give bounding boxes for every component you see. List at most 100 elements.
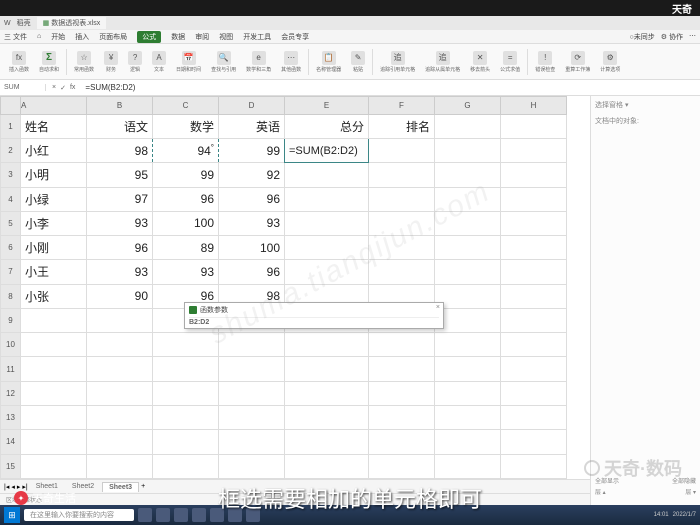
cell-A7[interactable]: 小王 (21, 260, 87, 284)
ribbon-常用函数[interactable]: ☆常用函数 (71, 51, 97, 73)
header-cell-F[interactable]: 排名 (369, 114, 435, 138)
cell-F11[interactable] (369, 357, 435, 381)
cell-B11[interactable] (87, 357, 153, 381)
ribbon-日期和时间[interactable]: 📅日期和时间 (173, 51, 204, 73)
cell-A13[interactable] (21, 406, 87, 430)
cell-D10[interactable] (219, 333, 285, 357)
cell-D7[interactable]: 96 (219, 260, 285, 284)
cell-E7[interactable] (285, 260, 369, 284)
side-panel-header[interactable]: 选择窗格 ▾ (595, 100, 696, 110)
header-cell-G[interactable] (435, 114, 501, 138)
cell-F5[interactable] (369, 211, 435, 235)
ribbon-重算工作簿[interactable]: ⟳重算工作簿 (562, 51, 593, 73)
ribbon-数学和三角[interactable]: e数学和三角 (243, 51, 274, 73)
cell-H4[interactable] (501, 187, 567, 211)
cell-H8[interactable] (501, 284, 567, 308)
ribbon-计算选项[interactable]: ⚙计算选项 (597, 51, 623, 73)
menu-formula[interactable]: 公式 (137, 31, 161, 43)
header-cell-B[interactable]: 语文 (87, 114, 153, 138)
tab-secondary[interactable]: 稻壳 (17, 18, 31, 28)
ribbon-粘贴[interactable]: ✎粘贴 (348, 51, 368, 73)
cell-E3[interactable] (285, 163, 369, 187)
cell-H2[interactable] (501, 138, 567, 162)
cell-C10[interactable] (153, 333, 219, 357)
ribbon-逻辑[interactable]: ?逻辑 (125, 51, 145, 73)
ribbon-名称管理器[interactable]: 📋名称管理器 (313, 51, 344, 73)
cell-A9[interactable] (21, 308, 87, 332)
cell-H14[interactable] (501, 430, 567, 454)
cell-G8[interactable] (435, 284, 501, 308)
cell-E14[interactable] (285, 430, 369, 454)
cell-F13[interactable] (369, 406, 435, 430)
fx-icon[interactable]: fx (70, 84, 75, 92)
cell-B12[interactable] (87, 381, 153, 405)
cell-A4[interactable]: 小绿 (21, 187, 87, 211)
menu-dev[interactable]: 开发工具 (243, 32, 271, 42)
cell-G7[interactable] (435, 260, 501, 284)
ribbon-插入函数[interactable]: fx插入函数 (6, 51, 32, 73)
ribbon-公式求值[interactable]: =公式求值 (497, 51, 523, 73)
col-header-F[interactable]: F (369, 97, 435, 115)
cell-E15[interactable] (285, 454, 369, 478)
cell-G9[interactable] (435, 308, 501, 332)
menu-file[interactable]: 三 文件 (4, 32, 27, 42)
cell-A10[interactable] (21, 333, 87, 357)
cell-F15[interactable] (369, 454, 435, 478)
cell-C3[interactable]: 99 (153, 163, 219, 187)
cell-B15[interactable] (87, 454, 153, 478)
cell-F7[interactable] (369, 260, 435, 284)
cell-B2[interactable]: 98 (87, 138, 153, 162)
collab-button[interactable]: ⚙ 协作 (661, 32, 683, 42)
cell-E2[interactable]: =SUM(B2:D2) (285, 138, 369, 162)
cell-D4[interactable]: 96 (219, 187, 285, 211)
cancel-formula-icon[interactable]: × (52, 84, 56, 92)
col-header-H[interactable]: H (501, 97, 567, 115)
ribbon-查找与引用[interactable]: 🔍查找与引用 (208, 51, 239, 73)
cell-F12[interactable] (369, 381, 435, 405)
cell-F14[interactable] (369, 430, 435, 454)
cell-G11[interactable] (435, 357, 501, 381)
cell-E5[interactable] (285, 211, 369, 235)
cell-F10[interactable] (369, 333, 435, 357)
cell-D6[interactable]: 100 (219, 236, 285, 260)
cell-F3[interactable] (369, 163, 435, 187)
cell-C7[interactable]: 93 (153, 260, 219, 284)
col-header-C[interactable]: C (153, 97, 219, 115)
cell-G6[interactable] (435, 236, 501, 260)
cell-C12[interactable] (153, 381, 219, 405)
cell-C6[interactable]: 89 (153, 236, 219, 260)
cell-G14[interactable] (435, 430, 501, 454)
cell-D13[interactable] (219, 406, 285, 430)
cell-C4[interactable]: 96 (153, 187, 219, 211)
cell-H13[interactable] (501, 406, 567, 430)
cell-C5[interactable]: 100 (153, 211, 219, 235)
cell-G3[interactable] (435, 163, 501, 187)
cell-B6[interactable]: 96 (87, 236, 153, 260)
cell-E6[interactable] (285, 236, 369, 260)
cell-B10[interactable] (87, 333, 153, 357)
cell-D5[interactable]: 93 (219, 211, 285, 235)
header-cell-E[interactable]: 总分 (285, 114, 369, 138)
cell-E4[interactable] (285, 187, 369, 211)
ribbon-追踪从属单元格[interactable]: 追追踪从属单元格 (422, 51, 463, 73)
cell-H5[interactable] (501, 211, 567, 235)
ribbon-追踪引用单元格[interactable]: 追追踪引用单元格 (377, 51, 418, 73)
cell-H15[interactable] (501, 454, 567, 478)
cell-G10[interactable] (435, 333, 501, 357)
header-cell-D[interactable]: 英语 (219, 114, 285, 138)
menu-layout[interactable]: 页面布局 (99, 32, 127, 42)
cell-B7[interactable]: 93 (87, 260, 153, 284)
cell-E11[interactable] (285, 357, 369, 381)
cell-D12[interactable] (219, 381, 285, 405)
cell-E10[interactable] (285, 333, 369, 357)
col-header-E[interactable]: E (285, 97, 369, 115)
cell-A15[interactable] (21, 454, 87, 478)
cell-E12[interactable] (285, 381, 369, 405)
menu-review[interactable]: 审阅 (195, 32, 209, 42)
menu-home-icon[interactable]: ⌂ (37, 33, 41, 40)
cell-C13[interactable] (153, 406, 219, 430)
cell-C2[interactable]: 94° (153, 138, 219, 162)
cell-H10[interactable] (501, 333, 567, 357)
col-header-A[interactable]: A (21, 97, 87, 115)
cell-D3[interactable]: 92 (219, 163, 285, 187)
